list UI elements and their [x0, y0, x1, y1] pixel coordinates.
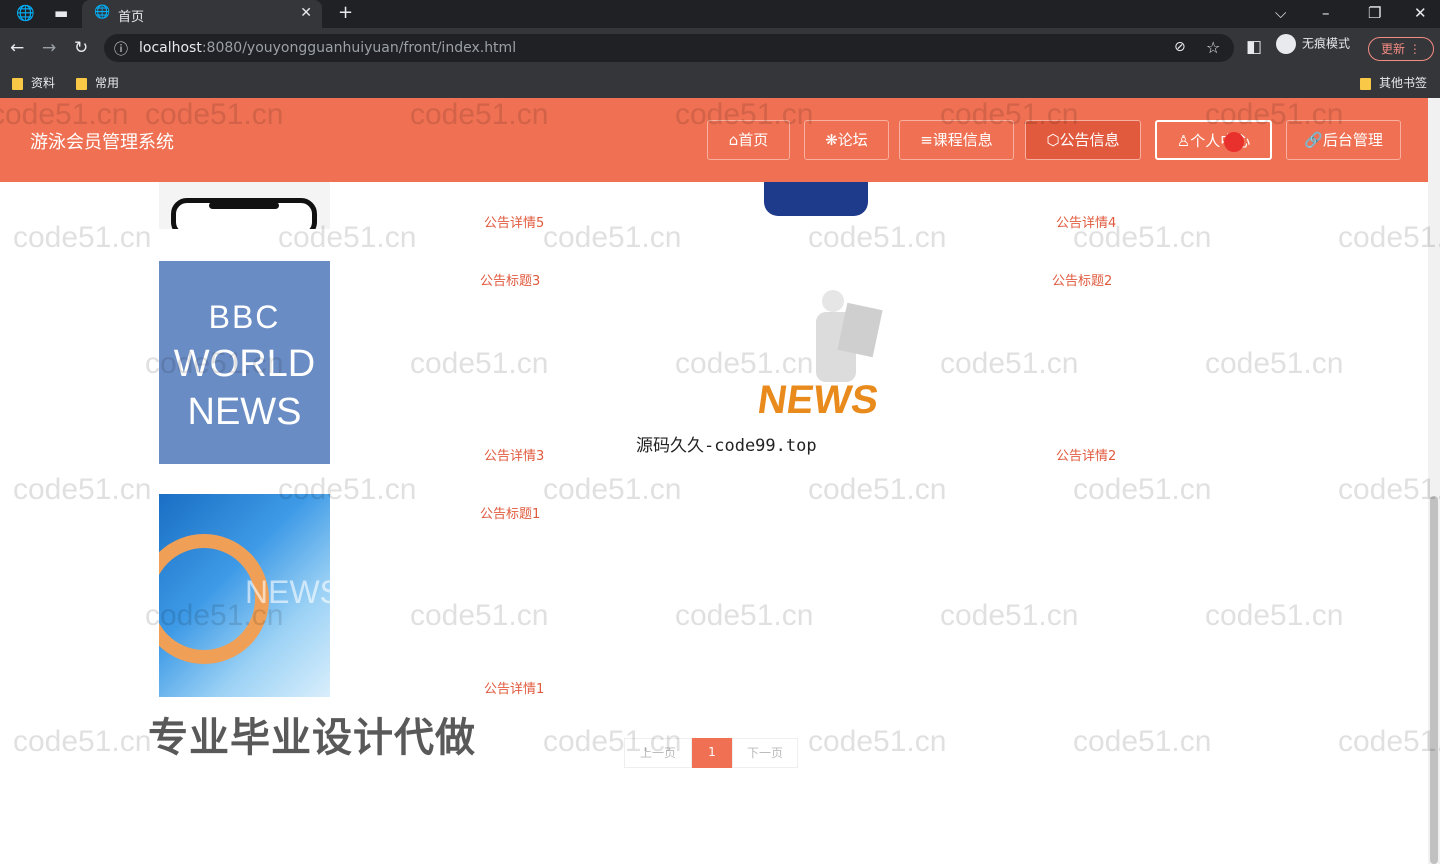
bookmark-folder[interactable]: 常用 [76, 74, 119, 91]
minimize-icon[interactable]: – [1322, 4, 1330, 22]
watermark: code51.cn [1073, 473, 1212, 506]
close-window-icon[interactable]: ✕ [1414, 4, 1427, 22]
news-image[interactable] [764, 182, 868, 216]
close-tab-icon[interactable]: ✕ [300, 5, 312, 21]
eye-off-icon[interactable]: ⊘ [1174, 39, 1186, 55]
scroll-thumb[interactable] [1430, 496, 1438, 864]
watermark: code51.cn [808, 221, 947, 254]
tab-search-icon[interactable]: ▬ [54, 4, 68, 22]
watermark: code51.cn [808, 473, 947, 506]
announcement-title[interactable]: 公告标题1 [480, 503, 540, 522]
nav-admin[interactable]: 🔗后台管理 [1286, 120, 1401, 160]
announcement-detail[interactable]: 公告详情5 [484, 212, 544, 231]
nav-courses[interactable]: ≡课程信息 [899, 120, 1014, 160]
home-icon: ⌂ [728, 131, 739, 149]
watermark: code51.cn [410, 599, 549, 632]
phone-notch [209, 202, 279, 209]
url-input[interactable]: ⓘ localhost:8080/youyongguanhuiyuan/fron… [104, 34, 1234, 62]
nav-announcements[interactable]: ⬡公告信息 [1025, 120, 1141, 160]
gear-icon: ❋ [825, 131, 838, 149]
chevron-down-icon[interactable]: ⌵ [1275, 4, 1286, 22]
overlay-code-text: 源码久久-code99.top [636, 436, 817, 456]
nav-home[interactable]: ⌂首页 [707, 120, 790, 160]
watermark: code51.cn [1205, 347, 1344, 380]
list-icon: ≡ [920, 131, 933, 149]
news-image[interactable]: BBC WORLD NEWS [159, 261, 330, 464]
announcement-detail[interactable]: 公告详情1 [484, 678, 544, 697]
browser-globe-icon[interactable]: 🌐 [16, 4, 35, 22]
prev-page-button[interactable]: 上一页 [624, 738, 692, 768]
news-image[interactable]: NEWS [159, 494, 330, 697]
link-icon: 🔗 [1304, 131, 1323, 149]
watermark: code51.cn [13, 221, 152, 254]
nav-forum[interactable]: ❋论坛 [804, 120, 889, 160]
announcement-title[interactable]: 公告标题2 [1052, 270, 1112, 289]
image-text: BBC [208, 299, 281, 335]
watermark: code51.cn [940, 599, 1079, 632]
watermark: code51.cn [1338, 221, 1440, 254]
star-icon[interactable]: ☆ [1206, 38, 1220, 57]
bookmarks-bar: 资料 常用 其他书签 [0, 68, 1440, 98]
announcement-detail[interactable]: 公告详情3 [484, 445, 544, 464]
image-text: NEWS [187, 391, 302, 433]
folder-icon [1360, 77, 1371, 90]
url-text: localhost:8080/youyongguanhuiyuan/front/… [139, 40, 517, 56]
page-scrollbar[interactable] [1428, 98, 1440, 864]
watermark: code51.cn [543, 221, 682, 254]
news-image[interactable]: NEWS [754, 290, 896, 435]
update-button[interactable]: 更新 ⋮ [1368, 37, 1434, 61]
image-text: NEWS [245, 574, 330, 610]
site-header: 游泳会员管理系统 ⌂首页 ❋论坛 ≡课程信息 ⬡公告信息 ♙个人中心 🔗后台管理 [0, 98, 1428, 182]
browser-tab-bar: 🌐 ▬ 🌐 首页 ✕ + ⌵ – ❐ ✕ [0, 0, 1440, 28]
mouse-cursor-indicator [1224, 132, 1244, 152]
folder-icon [76, 77, 87, 90]
other-bookmarks[interactable]: 其他书签 [1360, 74, 1427, 91]
watermark: code51.cn [13, 725, 152, 758]
forward-icon[interactable]: → [42, 38, 56, 58]
watermark: code51.cn [940, 347, 1079, 380]
watermark: code51.cn [1205, 599, 1344, 632]
overlay-promo-text: 专业毕业设计代做 [148, 715, 476, 761]
nav-profile[interactable]: ♙个人中心 [1155, 120, 1272, 160]
watermark: code51.cn [675, 599, 814, 632]
watermark: code51.cn [13, 473, 152, 506]
address-bar-row: ← → ↻ ⓘ localhost:8080/youyongguanhuiyua… [0, 28, 1440, 68]
back-icon[interactable]: ← [10, 38, 24, 58]
page-content: 游泳会员管理系统 ⌂首页 ❋论坛 ≡课程信息 ⬡公告信息 ♙个人中心 🔗后台管理… [0, 98, 1440, 864]
bookmark-folder[interactable]: 资料 [12, 74, 55, 91]
folder-icon [12, 77, 23, 90]
news-image[interactable] [159, 182, 330, 229]
site-title: 游泳会员管理系统 [30, 132, 174, 153]
reload-icon[interactable]: ↻ [74, 38, 88, 58]
user-icon: ♙ [1176, 132, 1191, 150]
info-icon[interactable]: ⓘ [114, 39, 128, 59]
image-text: NEWS [754, 378, 882, 422]
sidebar-icon[interactable]: ◧ [1246, 37, 1262, 57]
next-page-button[interactable]: 下一页 [732, 738, 798, 768]
watermark: code51.cn [543, 473, 682, 506]
watermark: code51.cn [410, 347, 549, 380]
watermark: code51.cn [1338, 473, 1440, 506]
current-page-button[interactable]: 1 [692, 738, 732, 768]
announcement-detail[interactable]: 公告详情4 [1056, 212, 1116, 231]
watermark: code51.cn [1338, 725, 1440, 758]
browser-tab[interactable]: 🌐 首页 ✕ [82, 0, 322, 28]
incognito-indicator[interactable]: 无痕模式 [1276, 34, 1350, 54]
tab-title: 首页 [118, 10, 145, 25]
watermark: code51.cn [808, 725, 947, 758]
announcement-detail[interactable]: 公告详情2 [1056, 445, 1116, 464]
figure-head [822, 290, 844, 312]
incognito-icon [1276, 34, 1296, 54]
announcement-title[interactable]: 公告标题3 [480, 270, 540, 289]
globe-icon: 🌐 [94, 5, 111, 20]
image-text: WORLD [173, 343, 316, 385]
restore-icon[interactable]: ❐ [1368, 4, 1381, 22]
watermark: code51.cn [1073, 725, 1212, 758]
newspaper-shape [837, 302, 883, 358]
new-tab-icon[interactable]: + [338, 2, 353, 23]
box-icon: ⬡ [1046, 131, 1060, 149]
